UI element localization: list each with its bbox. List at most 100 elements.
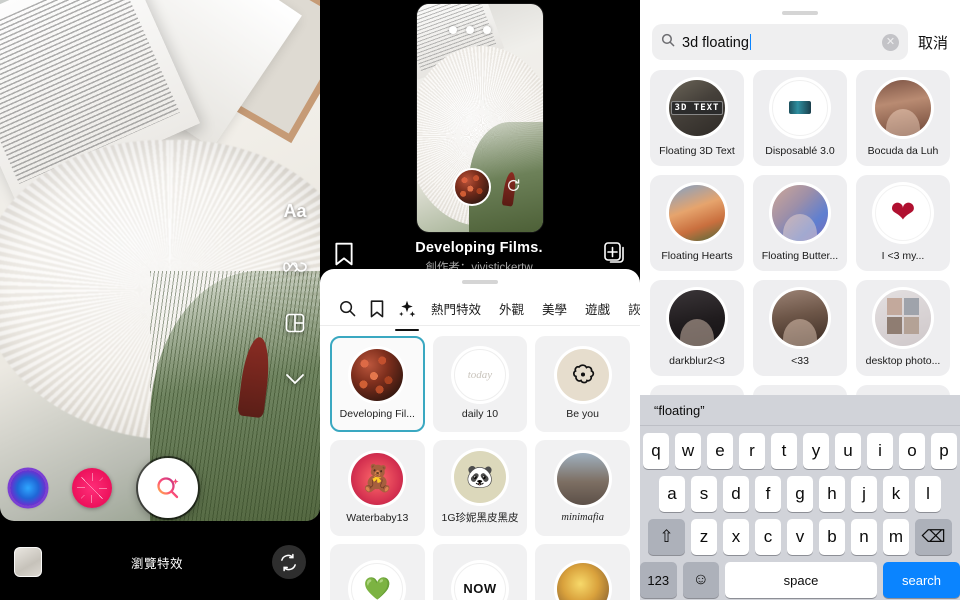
text-tool-icon[interactable]: Aa <box>280 196 310 226</box>
key-j[interactable]: j <box>851 476 877 512</box>
key-i[interactable]: i <box>867 433 893 469</box>
boomerang-tool-icon[interactable] <box>280 252 310 282</box>
tab-saved-icon[interactable] <box>362 296 392 322</box>
result-tile-33[interactable]: <33 <box>753 280 847 376</box>
key-h[interactable]: h <box>819 476 845 512</box>
result-label: desktop photo... <box>865 354 941 367</box>
result-thumb <box>772 79 828 136</box>
effect-tile-daily-10[interactable]: today daily 10 <box>432 336 528 432</box>
key-o[interactable]: o <box>899 433 925 469</box>
result-tile-desktop-photo[interactable]: desktop photo... <box>856 280 950 376</box>
effect-tile-now[interactable]: NOW <box>432 544 528 600</box>
result-tile-i-love-my[interactable]: ❤ I <3 my... <box>856 175 950 271</box>
clear-icon[interactable]: ✕ <box>881 33 899 51</box>
key-s[interactable]: s <box>691 476 717 512</box>
key-p[interactable]: p <box>931 433 957 469</box>
effect-tile-heart[interactable]: 💚 <box>330 544 425 600</box>
effect-pink-thumb[interactable] <box>72 468 112 508</box>
effect-thumb <box>556 562 609 600</box>
result-tile-disposable[interactable]: Disposablé 3.0 <box>753 70 847 166</box>
key-a[interactable]: a <box>659 476 685 512</box>
result-thumb: 3D TEXT <box>669 79 725 136</box>
tab-trending[interactable]: 熱門特效 <box>422 299 490 318</box>
tab-effects-icon[interactable] <box>392 296 422 331</box>
effect-tile-flower[interactable] <box>535 544 630 600</box>
tab-appearance[interactable]: 外觀 <box>490 299 533 318</box>
result-tile-darkblur[interactable]: darkblur2<3 <box>650 280 744 376</box>
refresh-icon[interactable] <box>506 178 521 198</box>
result-thumb <box>669 289 725 346</box>
key-c[interactable]: c <box>755 519 781 555</box>
story-dot <box>466 26 474 34</box>
search-input-wrapper[interactable]: 3d floating ✕ <box>652 24 908 60</box>
camera-viewfinder[interactable] <box>0 0 320 521</box>
effect-tabbar[interactable]: 熱門特效 外觀 美學 遊戲 詼諧逗 <box>320 284 640 331</box>
key-d[interactable]: d <box>723 476 749 512</box>
key-v[interactable]: v <box>787 519 813 555</box>
key-t[interactable]: t <box>771 433 797 469</box>
flower-icon <box>572 363 594 383</box>
result-tile-floating-3d-text[interactable]: 3D TEXT Floating 3D Text <box>650 70 744 166</box>
key-q[interactable]: q <box>643 433 669 469</box>
effect-detail-panel: Developing Films. 創作者：vivistickertw 熱門特效… <box>320 0 640 600</box>
add-to-story-button[interactable] <box>604 238 626 271</box>
emoji-key[interactable]: ☺ <box>682 562 720 598</box>
camera-bottom-bar: 瀏覽特效 <box>0 524 320 600</box>
key-n[interactable]: n <box>851 519 877 555</box>
tab-search-icon[interactable] <box>332 296 362 322</box>
effect-carousel[interactable] <box>0 452 320 524</box>
effect-tile-panda[interactable]: 🐼 1G珍妮黑皮黑皮 <box>432 440 528 536</box>
browse-effects-button[interactable] <box>138 458 198 518</box>
key-w[interactable]: w <box>675 433 701 469</box>
effect-thumb <box>556 348 609 401</box>
search-key[interactable]: search <box>883 562 960 598</box>
effect-tile-waterbaby13[interactable]: 🧸 Waterbaby13 <box>330 440 425 536</box>
heart-icon: ❤ <box>890 196 916 229</box>
effect-tile-developing-films[interactable]: Developing Fil... <box>330 336 425 432</box>
key-e[interactable]: e <box>707 433 733 469</box>
key-x[interactable]: x <box>723 519 749 555</box>
backspace-key[interactable]: ⌫ <box>915 519 952 555</box>
effect-thumb: 🐼 <box>453 451 506 503</box>
key-b[interactable]: b <box>819 519 845 555</box>
effect-tile-minimafia[interactable]: minimafia <box>535 440 630 536</box>
keyboard-suggestion-bar: “floating” <box>640 395 960 426</box>
result-tile-floating-hearts[interactable]: Floating Hearts <box>650 175 744 271</box>
gallery-thumbnail-button[interactable] <box>14 547 42 577</box>
collapse-tool-icon[interactable] <box>280 364 310 394</box>
story-dot <box>449 26 457 34</box>
numbers-key[interactable]: 123 <box>640 562 677 598</box>
key-l[interactable]: l <box>915 476 941 512</box>
cancel-button[interactable]: 取消 <box>918 32 948 53</box>
result-label: <33 <box>791 354 809 367</box>
key-y[interactable]: y <box>803 433 829 469</box>
key-g[interactable]: g <box>787 476 813 512</box>
key-m[interactable]: m <box>883 519 909 555</box>
shift-key[interactable]: ⇧ <box>648 519 685 555</box>
search-query-text: 3d floating <box>682 34 749 51</box>
tab-funny[interactable]: 詼諧逗 <box>619 299 640 318</box>
result-thumb <box>875 79 931 136</box>
space-key[interactable]: space <box>725 562 878 598</box>
result-thumb <box>875 289 931 346</box>
key-u[interactable]: u <box>835 433 861 469</box>
save-effect-button[interactable] <box>334 238 354 271</box>
tab-games[interactable]: 遊戲 <box>576 299 619 318</box>
suggestion-1[interactable]: “floating” <box>640 403 756 418</box>
result-label: Bocuda da Luh <box>867 144 939 157</box>
keyboard-row-2: a s d f g h j k l <box>640 476 960 512</box>
effect-purple-thumb[interactable] <box>10 470 46 506</box>
result-tile-floating-butterflies[interactable]: Floating Butter... <box>753 175 847 271</box>
flip-camera-button[interactable] <box>271 545 306 579</box>
layout-tool-icon[interactable] <box>280 308 310 338</box>
key-f[interactable]: f <box>755 476 781 512</box>
effect-tile-be-you[interactable]: Be you <box>535 336 630 432</box>
effect-preview-card[interactable] <box>417 4 543 232</box>
search-input[interactable]: 3d floating <box>682 33 875 51</box>
key-k[interactable]: k <box>883 476 909 512</box>
key-z[interactable]: z <box>691 519 717 555</box>
tab-aesthetic[interactable]: 美學 <box>533 299 576 318</box>
key-r[interactable]: r <box>739 433 765 469</box>
result-tile-bocuda[interactable]: Bocuda da Luh <box>856 70 950 166</box>
photo-collage-icon <box>887 297 919 334</box>
